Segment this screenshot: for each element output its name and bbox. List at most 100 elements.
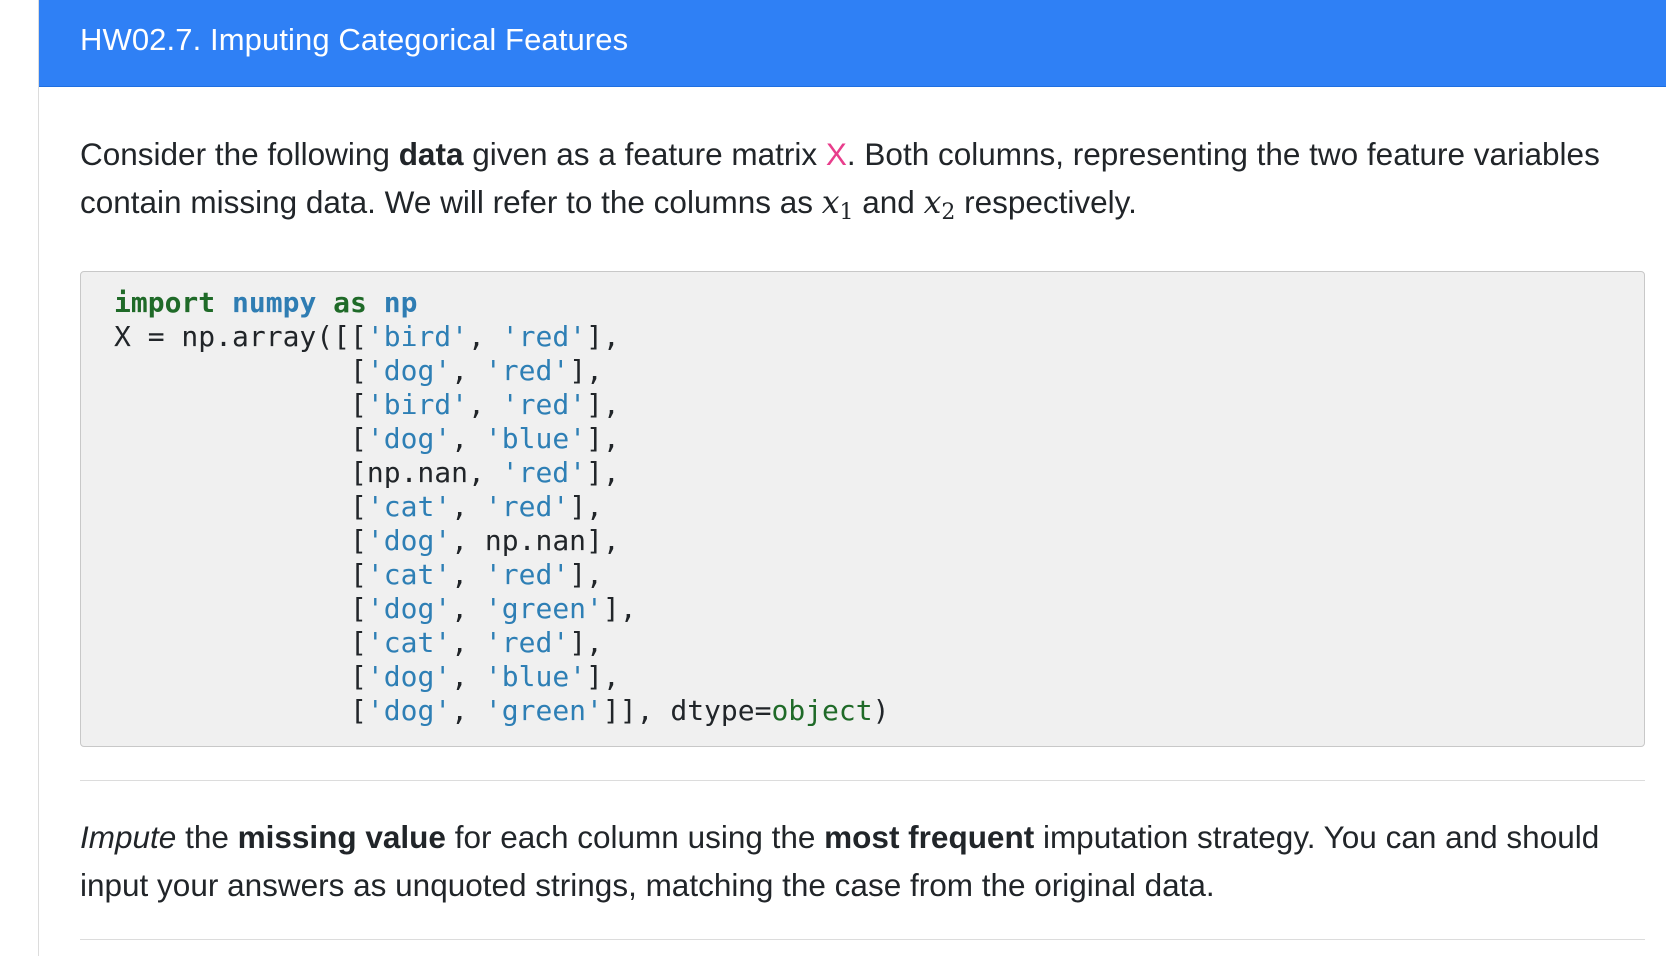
intro-text: Consider the following bbox=[80, 136, 399, 172]
math-sub: 1 bbox=[839, 200, 854, 225]
code-string: 'bird' bbox=[366, 320, 469, 353]
math-x1: x1 bbox=[821, 185, 854, 225]
code-text: ]], dtype= bbox=[602, 694, 772, 727]
code-line: [np.nan, 'red'], bbox=[114, 456, 1644, 490]
code-builtin: object bbox=[771, 694, 873, 727]
intro-text: and bbox=[853, 184, 924, 220]
code-line: ['cat', 'red'], bbox=[114, 490, 1644, 524]
task-text: the bbox=[176, 819, 238, 855]
code-text: ) bbox=[872, 694, 890, 727]
code-keyword: import bbox=[114, 286, 216, 319]
code-text: ], bbox=[602, 592, 637, 625]
code-string: 'dog' bbox=[366, 592, 452, 625]
code-text: [ bbox=[114, 354, 367, 387]
code-text: [ bbox=[114, 388, 367, 421]
code-string: 'dog' bbox=[366, 422, 452, 455]
code-text: ], bbox=[569, 558, 603, 591]
code-string: 'red' bbox=[484, 558, 570, 591]
code-text: ], bbox=[569, 626, 603, 659]
code-text: [ bbox=[114, 422, 367, 455]
code-string: 'green' bbox=[484, 694, 603, 727]
code-line-import: import numpy as np bbox=[114, 286, 1644, 320]
code-string: 'dog' bbox=[366, 354, 452, 387]
code-text: [ bbox=[114, 592, 367, 625]
question-body: Consider the following data given as a f… bbox=[39, 130, 1666, 940]
code-text: , bbox=[451, 354, 485, 387]
section-divider bbox=[80, 939, 1645, 940]
code-string: 'red' bbox=[484, 354, 570, 387]
code-line: ['dog', np.nan], bbox=[114, 524, 1644, 558]
code-text: , bbox=[451, 694, 485, 727]
math-x2: x2 bbox=[923, 185, 956, 225]
code-line: ['bird', 'red'], bbox=[114, 388, 1644, 422]
code-string: 'cat' bbox=[366, 626, 452, 659]
code-text: ], bbox=[586, 660, 620, 693]
code-text: , bbox=[451, 490, 485, 523]
code-text: , bbox=[451, 592, 485, 625]
code-text: [ bbox=[114, 558, 367, 591]
code-string: 'green' bbox=[484, 592, 603, 625]
code-string: 'bird' bbox=[366, 388, 469, 421]
math-var: x bbox=[821, 185, 840, 221]
code-string: 'red' bbox=[501, 388, 587, 421]
code-text: [ bbox=[114, 694, 367, 727]
code-text: , np.nan], bbox=[451, 524, 620, 557]
math-sub: 2 bbox=[941, 200, 956, 225]
code-text: , bbox=[468, 388, 502, 421]
code-text: X = np.array([[ bbox=[114, 320, 367, 353]
math-var: x bbox=[923, 185, 942, 221]
task-bold-missing-value: missing value bbox=[237, 819, 446, 855]
code-string: 'dog' bbox=[366, 524, 452, 557]
code-line: ['dog', 'red'], bbox=[114, 354, 1644, 388]
code-line: ['dog', 'blue'], bbox=[114, 660, 1644, 694]
code-text: [ bbox=[114, 626, 367, 659]
intro-paragraph: Consider the following data given as a f… bbox=[80, 130, 1640, 237]
code-text: [ bbox=[114, 524, 367, 557]
code-text: , bbox=[451, 558, 485, 591]
code-text: , bbox=[451, 422, 485, 455]
code-module: np bbox=[383, 286, 418, 319]
code-line: ['dog', 'blue'], bbox=[114, 422, 1644, 456]
code-line: ['cat', 'red'], bbox=[114, 626, 1644, 660]
code-line: ['dog', 'green'], bbox=[114, 592, 1644, 626]
code-string: 'red' bbox=[484, 626, 570, 659]
code-string: 'red' bbox=[484, 490, 570, 523]
question-card: HW02.7. Imputing Categorical Features Co… bbox=[39, 0, 1666, 956]
code-text: [np.nan, bbox=[114, 456, 502, 489]
code-keyword: as bbox=[333, 286, 367, 319]
task-italic-impute: Impute bbox=[80, 819, 177, 855]
code-text: ], bbox=[586, 422, 620, 455]
task-paragraph: Impute the missing value for each column… bbox=[80, 813, 1640, 909]
intro-text: respectively. bbox=[955, 184, 1137, 220]
code-text: ], bbox=[586, 320, 620, 353]
code-string: 'dog' bbox=[366, 660, 452, 693]
code-text: , bbox=[451, 660, 485, 693]
code-string: 'cat' bbox=[366, 558, 452, 591]
code-line: ['cat', 'red'], bbox=[114, 558, 1644, 592]
code-line: X = np.array([['bird', 'red'], bbox=[114, 320, 1644, 354]
code-text: [ bbox=[114, 660, 367, 693]
code-text: ], bbox=[569, 490, 603, 523]
code-string: 'red' bbox=[501, 456, 587, 489]
code-text: , bbox=[451, 626, 485, 659]
code-string: 'blue' bbox=[484, 660, 587, 693]
intro-text: given as a feature matrix bbox=[463, 136, 826, 172]
section-divider bbox=[80, 780, 1645, 781]
code-text: , bbox=[468, 320, 502, 353]
code-module: numpy bbox=[232, 286, 317, 319]
matrix-name: X bbox=[825, 136, 847, 172]
intro-bold-data: data bbox=[398, 136, 464, 172]
code-string: 'cat' bbox=[366, 490, 452, 523]
code-text: ], bbox=[569, 354, 603, 387]
code-text: ], bbox=[586, 388, 620, 421]
code-string: 'red' bbox=[501, 320, 587, 353]
code-string: 'dog' bbox=[366, 694, 452, 727]
code-line-last: ['dog', 'green']], dtype=object) bbox=[114, 694, 1644, 728]
code-text: [ bbox=[114, 490, 367, 523]
code-string: 'blue' bbox=[484, 422, 587, 455]
question-title: HW02.7. Imputing Categorical Features bbox=[80, 22, 629, 57]
task-bold-most-frequent: most frequent bbox=[824, 819, 1035, 855]
